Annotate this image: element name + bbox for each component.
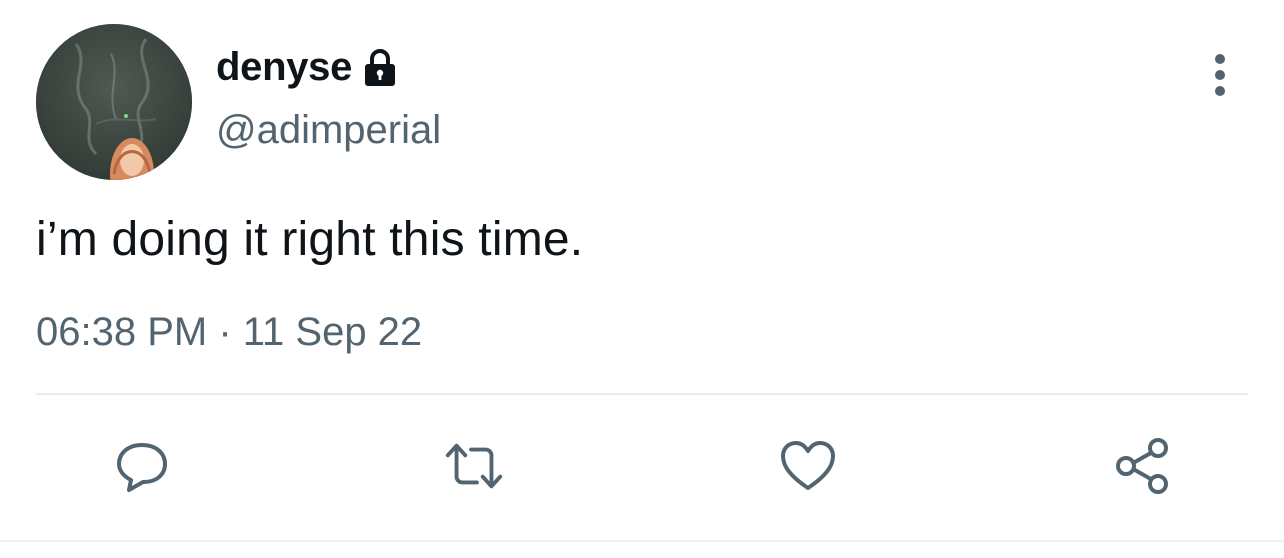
share-button[interactable]	[1110, 434, 1174, 498]
avatar[interactable]	[36, 24, 192, 180]
share-icon	[1116, 438, 1168, 494]
reply-button[interactable]	[110, 434, 174, 498]
more-options-button[interactable]	[1198, 50, 1242, 100]
retweet-button[interactable]	[442, 434, 506, 498]
tweet-text: i’m doing it right this time.	[36, 213, 584, 266]
bottom-divider	[0, 540, 1284, 542]
tweet-card: denyse @adimperial i’m doing it right th…	[0, 0, 1284, 558]
divider	[36, 393, 1248, 395]
tweet-timestamp[interactable]: 06:38 PM · 11 Sep 22	[36, 310, 422, 355]
like-icon	[781, 441, 835, 490]
display-name[interactable]: denyse	[216, 45, 352, 90]
lock-icon	[360, 48, 400, 88]
more-vertical-icon	[1215, 54, 1225, 96]
like-button[interactable]	[776, 434, 840, 498]
retweet-icon	[445, 443, 503, 489]
reply-icon	[117, 443, 167, 492]
avatar-image	[36, 24, 192, 180]
user-name-row: denyse	[216, 42, 400, 92]
user-handle[interactable]: @adimperial	[216, 108, 441, 153]
